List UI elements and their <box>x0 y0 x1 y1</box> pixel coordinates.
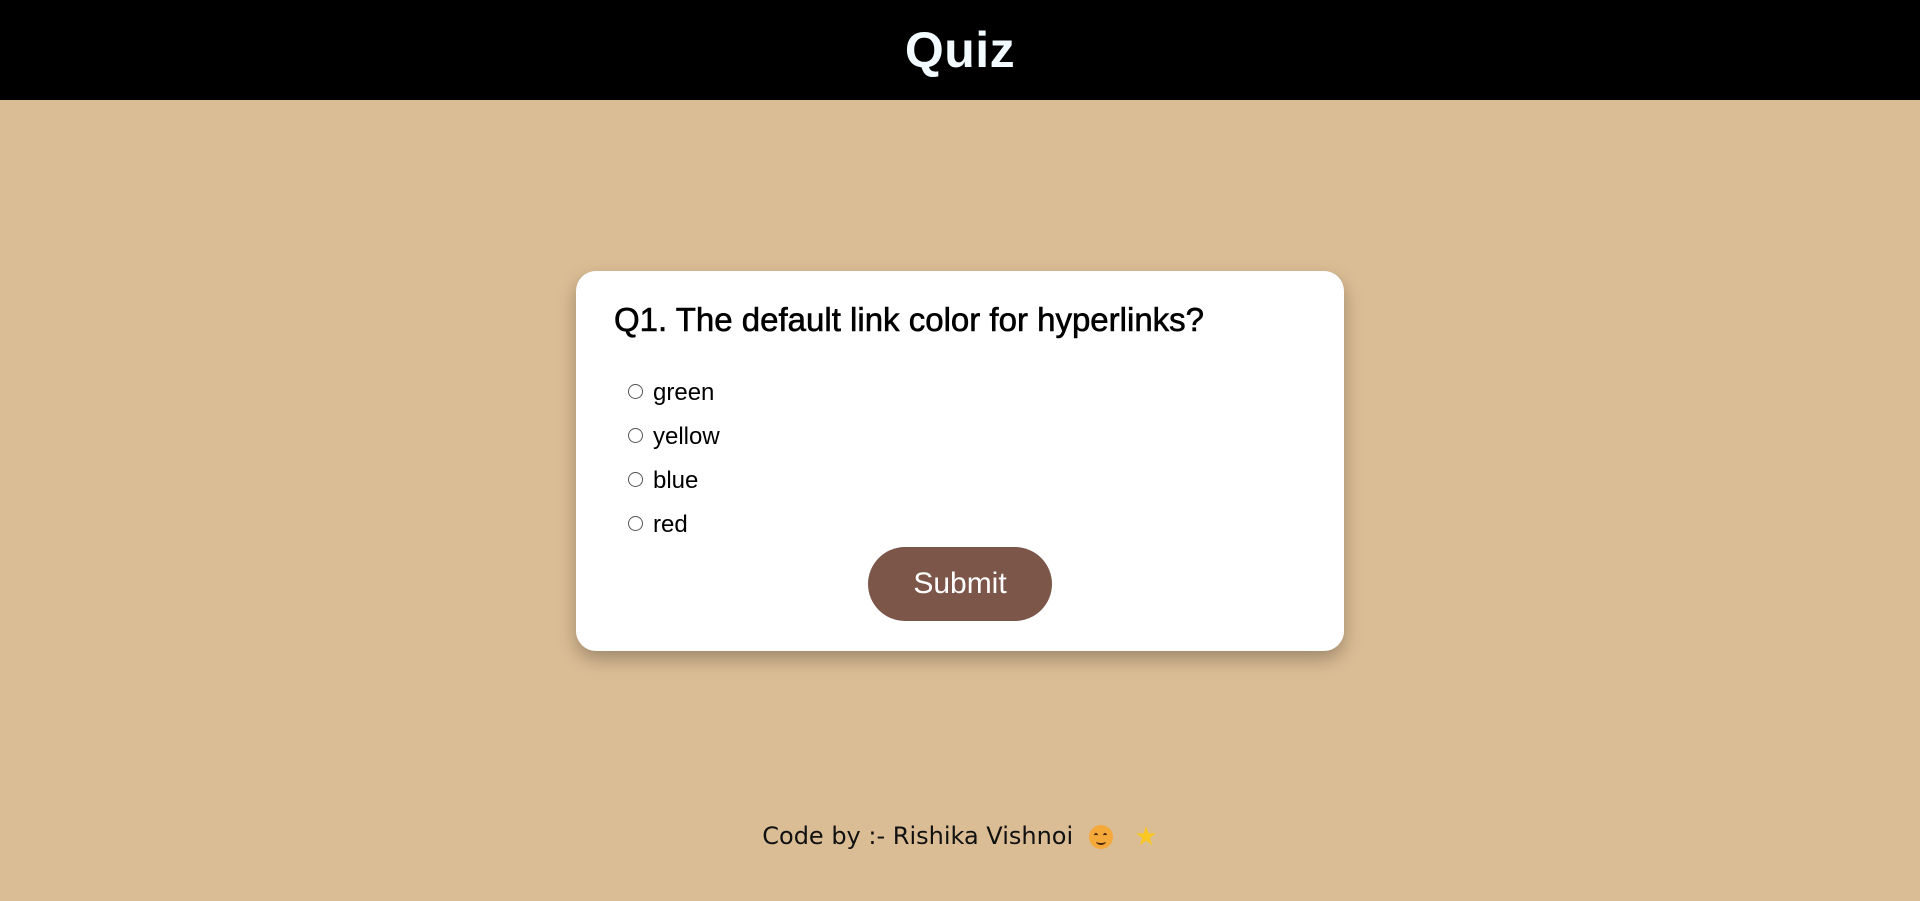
option-yellow[interactable]: yellow <box>628 415 720 459</box>
page-title: Quiz <box>904 22 1016 78</box>
option-red[interactable]: red <box>628 503 720 547</box>
option-label[interactable]: blue <box>653 467 698 495</box>
radio-button[interactable] <box>628 383 643 399</box>
option-label[interactable]: yellow <box>653 423 720 451</box>
radio-button[interactable] <box>628 427 643 443</box>
quiz-card: Q1. The default link color for hyperlink… <box>576 271 1344 651</box>
star-icon: ★ <box>1134 822 1158 852</box>
submit-button[interactable]: Submit <box>868 547 1052 621</box>
option-blue[interactable]: blue <box>628 459 720 503</box>
question-text: Q1. The default link color for hyperlink… <box>614 301 1205 339</box>
answer-options: green yellow blue red <box>628 371 720 547</box>
option-label[interactable]: green <box>653 379 714 407</box>
option-green[interactable]: green <box>628 371 720 415</box>
page-header: Quiz <box>0 0 1920 100</box>
footer: Code by :- Rishika Vishnoi ★ <box>0 822 1920 850</box>
radio-button[interactable] <box>628 515 643 531</box>
smiling-face-icon <box>1088 825 1113 849</box>
option-label[interactable]: red <box>653 511 688 539</box>
radio-button[interactable] <box>628 471 643 487</box>
footer-credit-text: Code by :- Rishika Vishnoi <box>762 822 1074 850</box>
